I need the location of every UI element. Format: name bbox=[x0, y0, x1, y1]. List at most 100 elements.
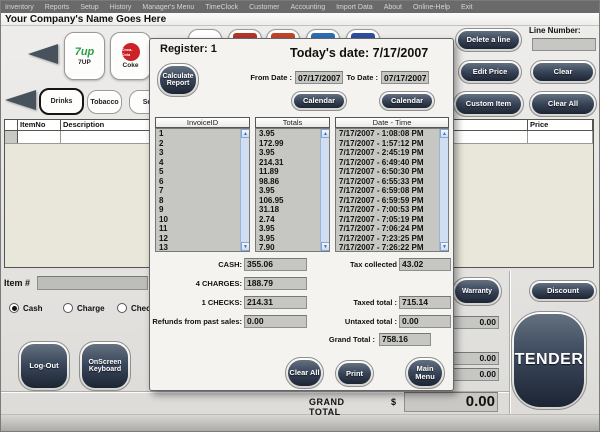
scroll-down-icon[interactable]: ▼ bbox=[241, 242, 249, 251]
menu-item-setup[interactable]: Setup bbox=[80, 4, 98, 11]
invoice-datetime-row[interactable]: 7/17/2007 - 7:00:53 PM bbox=[336, 205, 439, 215]
delete-line-button[interactable]: Delete a line bbox=[455, 28, 522, 52]
invoice-datetime-row[interactable]: 7/17/2007 - 6:55:33 PM bbox=[336, 177, 439, 187]
invoice-datetime-row[interactable]: 7/17/2007 - 2:45:19 PM bbox=[336, 148, 439, 158]
invoice-total-row[interactable]: 3.95 bbox=[256, 129, 320, 139]
invoice-id-row[interactable]: 11 bbox=[156, 224, 240, 234]
scrollbar[interactable]: ▲ ▼ bbox=[320, 129, 329, 251]
warranty-button[interactable]: Warranty bbox=[452, 277, 502, 306]
dialog-clear-all-button[interactable]: Clear All bbox=[285, 357, 324, 389]
invoice-total-row[interactable]: 98.86 bbox=[256, 177, 320, 187]
logout-button[interactable]: Log-Out bbox=[18, 341, 70, 391]
invoice-total-row[interactable]: 214.31 bbox=[256, 158, 320, 168]
invoice-datetime-row[interactable]: 7/17/2007 - 1:57:12 PM bbox=[336, 139, 439, 149]
custom-item-button[interactable]: Custom Item bbox=[453, 91, 524, 117]
invoice-id-row[interactable]: 5 bbox=[156, 167, 240, 177]
invoice-total-row[interactable]: 3.95 bbox=[256, 224, 320, 234]
invoice-datetime-row[interactable]: 7/17/2007 - 7:23:25 PM bbox=[336, 234, 439, 244]
from-calendar-button[interactable]: Calendar bbox=[291, 91, 347, 111]
item-number-input[interactable] bbox=[37, 276, 148, 290]
menu-item-reports[interactable]: Reports bbox=[45, 4, 70, 11]
invoice-total-row[interactable]: 172.99 bbox=[256, 139, 320, 149]
dialog-main-menu-button[interactable]: Main Menu bbox=[405, 357, 445, 389]
totals-list[interactable]: 3.95 172.99 3.95 214.31 11.89 98.86 3.95 106.95… bbox=[255, 128, 330, 252]
product-button-coke[interactable]: Coca-Cola Coke bbox=[110, 32, 151, 80]
invoice-total-row[interactable]: 7.90 bbox=[256, 243, 320, 251]
menu-item-timeclock[interactable]: TimeClock bbox=[205, 4, 238, 11]
menu-item-about[interactable]: About bbox=[384, 4, 402, 11]
register-title: Register: 1 bbox=[160, 43, 217, 55]
onscreen-keyboard-button[interactable]: OnScreen Keyboard bbox=[79, 341, 131, 391]
payment-radio-charge[interactable]: Charge bbox=[63, 303, 105, 313]
line-number-input[interactable] bbox=[532, 38, 596, 51]
invoice-datetime-row[interactable]: 7/17/2007 - 6:59:08 PM bbox=[336, 186, 439, 196]
edit-price-button[interactable]: Edit Price bbox=[458, 60, 522, 84]
invoice-id-row[interactable]: 12 bbox=[156, 234, 240, 244]
menu-bar: Inventory Reports Setup History Manager's Me… bbox=[1, 1, 599, 13]
scroll-down-icon[interactable]: ▼ bbox=[440, 242, 448, 251]
menu-item-customer[interactable]: Customer bbox=[249, 4, 279, 11]
tab-drinks[interactable]: Drinks bbox=[39, 88, 84, 115]
invoice-datetime-row[interactable]: 7/17/2007 - 6:59:59 PM bbox=[336, 196, 439, 206]
clear-all-button[interactable]: Clear All bbox=[529, 91, 597, 117]
menu-item-exit[interactable]: Exit bbox=[461, 4, 473, 11]
discount-button[interactable]: Discount bbox=[529, 280, 597, 302]
invoice-datetime-row[interactable]: 7/17/2007 - 1:08:08 PM bbox=[336, 129, 439, 139]
menu-item-manager-s-menu[interactable]: Manager's Menu bbox=[142, 4, 194, 11]
invoice-id-row[interactable]: 2 bbox=[156, 139, 240, 149]
from-date-input[interactable] bbox=[295, 71, 343, 84]
menu-item-inventory[interactable]: Inventory bbox=[5, 4, 34, 11]
to-calendar-button[interactable]: Calendar bbox=[379, 91, 435, 111]
invoice-id-row[interactable]: 13 bbox=[156, 243, 240, 251]
invoice-total-row[interactable]: 11.89 bbox=[256, 167, 320, 177]
invoice-id-row[interactable]: 9 bbox=[156, 205, 240, 215]
radio-icon bbox=[9, 303, 19, 313]
menu-item-history[interactable]: History bbox=[110, 4, 132, 11]
invoice-id-row[interactable]: 3 bbox=[156, 148, 240, 158]
product-button-7up[interactable]: 7up 7UP bbox=[64, 32, 105, 80]
scrollbar[interactable]: ▲ ▼ bbox=[240, 129, 249, 251]
invoice-id-row[interactable]: 10 bbox=[156, 215, 240, 225]
invoice-id-row[interactable]: 1 bbox=[156, 129, 240, 139]
payment-radio-cash[interactable]: Cash bbox=[9, 303, 43, 313]
to-date-input[interactable] bbox=[381, 71, 429, 84]
invoice-id-row[interactable]: 8 bbox=[156, 196, 240, 206]
dialog-print-button[interactable]: Print bbox=[335, 360, 374, 387]
invoice-datetime-row[interactable]: 7/17/2007 - 7:06:24 PM bbox=[336, 224, 439, 234]
tab-tobacco[interactable]: Tobacco bbox=[87, 90, 122, 114]
todays-date: Today's date: 7/17/2007 bbox=[290, 46, 429, 60]
invoice-datetime-row[interactable]: 7/17/2007 - 6:50:30 PM bbox=[336, 167, 439, 177]
scroll-down-icon[interactable]: ▼ bbox=[321, 242, 329, 251]
untaxed-total-value: 0.00 bbox=[399, 315, 451, 328]
charges-value: 188.79 bbox=[244, 277, 307, 290]
menu-item-import-data[interactable]: Import Data bbox=[336, 4, 373, 11]
menu-item-accounting[interactable]: Accounting bbox=[290, 4, 325, 11]
refunds-label: Refunds from past sales: bbox=[152, 317, 242, 326]
invoice-datetime-row[interactable]: 7/17/2007 - 7:05:19 PM bbox=[336, 215, 439, 225]
invoice-id-row[interactable]: 7 bbox=[156, 186, 240, 196]
clear-button[interactable]: Clear bbox=[530, 60, 596, 84]
invoice-total-row[interactable]: 2.74 bbox=[256, 215, 320, 225]
invoice-total-row[interactable]: 31.18 bbox=[256, 205, 320, 215]
invoice-total-row[interactable]: 3.95 bbox=[256, 148, 320, 158]
invoice-total-row[interactable]: 106.95 bbox=[256, 196, 320, 206]
scroll-up-icon[interactable]: ▲ bbox=[241, 129, 249, 138]
invoice-datetime-row[interactable]: 7/17/2007 - 6:49:40 PM bbox=[336, 158, 439, 168]
datetime-list[interactable]: 7/17/2007 - 1:08:08 PM 7/17/2007 - 1:57:1… bbox=[335, 128, 449, 252]
invoice-total-row[interactable]: 3.95 bbox=[256, 186, 320, 196]
divider bbox=[509, 271, 510, 414]
prev-products-arrow-icon[interactable] bbox=[28, 44, 58, 64]
scroll-up-icon[interactable]: ▲ bbox=[321, 129, 329, 138]
tender-button[interactable]: TENDER bbox=[511, 311, 587, 410]
scroll-up-icon[interactable]: ▲ bbox=[440, 129, 448, 138]
register-report-dialog: Register: 1 Today's date: 7/17/2007 Calc… bbox=[149, 38, 454, 391]
invoice-datetime-row[interactable]: 7/17/2007 - 7:26:22 PM bbox=[336, 243, 439, 251]
invoice-total-row[interactable]: 3.95 bbox=[256, 234, 320, 244]
invoiceid-list[interactable]: 1 2 3 4 5 6 7 8 9 10 11 12 13 ▲ ▼ bbox=[155, 128, 250, 252]
invoice-id-row[interactable]: 4 bbox=[156, 158, 240, 168]
menu-item-online-help[interactable]: Online-Help bbox=[413, 4, 450, 11]
calculate-report-button[interactable]: Calculate Report bbox=[157, 63, 199, 97]
invoice-id-row[interactable]: 6 bbox=[156, 177, 240, 187]
scrollbar[interactable]: ▲ ▼ bbox=[439, 129, 448, 251]
prev-tabs-arrow-icon[interactable] bbox=[5, 90, 36, 110]
